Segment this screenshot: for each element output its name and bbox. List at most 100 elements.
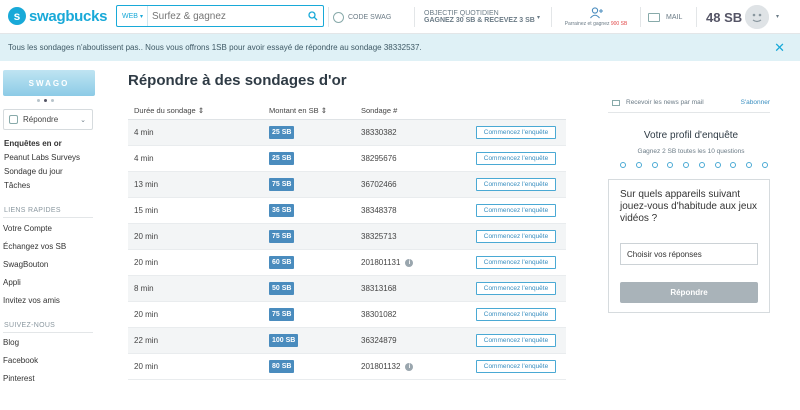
info-icon[interactable]: i <box>405 258 414 267</box>
sidebar-item-daily-poll[interactable]: Sondage du jour <box>4 165 100 179</box>
survey-id: 201801131 <box>361 258 401 267</box>
swagbucks-logo[interactable]: s swagbucks <box>8 7 107 25</box>
survey-amount-cell: 100 SB <box>269 334 361 347</box>
sidebar-item-peanut-labs[interactable]: Peanut Labs Surveys <box>4 151 100 165</box>
start-survey-button[interactable]: Commencez l'enquête <box>476 334 556 347</box>
swago-banner[interactable]: SWAGO <box>3 70 95 96</box>
follow-us-title: SUIVEZ-NOUS <box>4 322 56 329</box>
survey-id-cell: 38295676 <box>361 154 476 163</box>
sidebar-item-invite[interactable]: Invitez vos amis <box>3 292 100 310</box>
sidebar-item-account[interactable]: Votre Compte <box>3 220 100 238</box>
carousel-dots <box>0 99 100 102</box>
mail-button[interactable]: MAIL <box>648 0 682 34</box>
answer-select[interactable]: Choisir vos réponses <box>620 243 758 265</box>
survey-action-cell: Commencez l'enquête <box>476 334 566 347</box>
page-title: Répondre à des sondages d'or <box>128 72 347 89</box>
carousel-dot[interactable] <box>43 99 47 102</box>
start-survey-button[interactable]: Commencez l'enquête <box>476 178 556 191</box>
section-divider <box>608 112 770 113</box>
search-icon <box>308 11 318 21</box>
survey-action-cell: Commencez l'enquête <box>476 230 566 243</box>
survey-id-cell: 38330382 <box>361 128 476 137</box>
start-survey-button[interactable]: Commencez l'enquête <box>476 256 556 269</box>
carousel-dot[interactable] <box>50 99 54 102</box>
progress-dot <box>620 162 626 168</box>
sidebar-item-redeem[interactable]: Échangez vos SB <box>3 238 100 256</box>
start-survey-button[interactable]: Commencez l'enquête <box>476 230 556 243</box>
close-icon[interactable]: ✕ <box>774 40 785 56</box>
survey-amount-cell: 60 SB <box>269 256 361 269</box>
follow-links: Blog Facebook Pinterest <box>0 334 100 388</box>
info-icon[interactable]: i <box>405 362 414 371</box>
table-row: 20 min 80 SB 201801132 i Commencez l'enquête <box>128 354 566 380</box>
invite-friends-button[interactable]: Parrainez et gagnez 900 SB <box>560 0 632 34</box>
sidebar-item-gold-surveys[interactable]: Enquêtes en or <box>4 137 100 151</box>
column-header-duration[interactable]: Durée du sondage ⇕ <box>128 106 269 115</box>
newsletter-row: Recevoir les news par mail S'abonner <box>612 99 770 106</box>
survey-duration: 20 min <box>134 362 159 371</box>
start-survey-button[interactable]: Commencez l'enquête <box>476 360 556 373</box>
amount-badge: 80 SB <box>269 360 295 373</box>
sidebar-item-pinterest[interactable]: Pinterest <box>3 370 100 388</box>
start-survey-button[interactable]: Commencez l'enquête <box>476 152 556 165</box>
sidebar-item-tasks[interactable]: Tâches <box>4 179 100 193</box>
search-scope-select[interactable]: WEB ▾ <box>117 6 148 26</box>
start-survey-button[interactable]: Commencez l'enquête <box>476 308 556 321</box>
survey-id-cell: 36324879 <box>361 336 476 345</box>
mail-icon <box>612 99 620 106</box>
sidebar-item-blog[interactable]: Blog <box>3 334 100 352</box>
survey-duration: 20 min <box>134 310 159 319</box>
sort-icon: ⇕ <box>320 105 328 115</box>
profile-progress-dots <box>620 162 768 168</box>
survey-action-cell: Commencez l'enquête <box>476 360 566 373</box>
progress-dot <box>635 162 642 168</box>
survey-action-cell: Commencez l'enquête <box>476 308 566 321</box>
survey-id: 38348378 <box>361 206 397 215</box>
search-button[interactable] <box>303 6 323 26</box>
column-header-amount[interactable]: Montant en SB ⇕ <box>269 106 361 115</box>
category-dropdown[interactable]: Répondre ⌄ <box>3 109 93 130</box>
progress-dot <box>651 162 658 168</box>
header-divider <box>414 7 415 27</box>
survey-action-cell: Commencez l'enquête <box>476 256 566 269</box>
survey-duration: 22 min <box>134 336 159 345</box>
code-swag-label: CODE SWAG <box>348 13 392 21</box>
top-header: s swagbucks WEB ▾ CODE SWAG OBJECTIF QUO… <box>0 0 800 34</box>
code-swag-button[interactable]: CODE SWAG <box>333 0 391 34</box>
table-body: 4 min 25 SB 38330382 Commencez l'enquête 4 m… <box>128 120 566 380</box>
table-row: 20 min 75 SB 38301082 Commencez l'enquête <box>128 302 566 328</box>
header-divider <box>551 7 552 27</box>
survey-id: 36702466 <box>361 180 397 189</box>
amount-badge: 100 SB <box>269 334 299 347</box>
sidebar-item-swagbutton[interactable]: SwagBouton <box>3 256 100 274</box>
sort-icon: ⇕ <box>197 105 205 115</box>
avatar[interactable] <box>745 5 769 29</box>
daily-goal-button[interactable]: OBJECTIF QUOTIDIEN GAGNEZ 30 SB & RECEVE… <box>424 0 535 34</box>
chevron-down-icon: ⌄ <box>80 116 86 124</box>
start-survey-button[interactable]: Commencez l'enquête <box>476 282 556 295</box>
progress-dot <box>698 162 705 168</box>
sidebar-nav: Enquêtes en or Peanut Labs Surveys Sonda… <box>4 137 100 193</box>
subscribe-link[interactable]: S'abonner <box>741 99 770 106</box>
start-survey-button[interactable]: Commencez l'enquête <box>476 126 556 139</box>
daily-goal-text: GAGNEZ 30 SB & RECEVEZ 3 SB <box>424 17 535 24</box>
survey-amount-cell: 50 SB <box>269 282 361 295</box>
sidebar-item-apps[interactable]: Appli <box>3 274 100 292</box>
carousel-dot[interactable] <box>36 99 40 102</box>
category-dropdown-label: Répondre <box>23 115 59 124</box>
table-row: 13 min 75 SB 36702466 Commencez l'enquête <box>128 172 566 198</box>
search-input[interactable] <box>147 10 303 22</box>
avatar-face-icon <box>745 5 769 29</box>
table-row: 20 min 75 SB 38325713 Commencez l'enquête <box>128 224 566 250</box>
progress-dot <box>714 162 721 168</box>
progress-dot <box>761 162 768 168</box>
amount-badge: 25 SB <box>269 126 295 139</box>
sidebar-item-facebook[interactable]: Facebook <box>3 352 100 370</box>
start-survey-button[interactable]: Commencez l'enquête <box>476 204 556 217</box>
answer-submit-button[interactable]: Répondre <box>620 282 758 303</box>
survey-id-cell: 38325713 <box>361 232 476 241</box>
sb-balance[interactable]: 48 SB <box>706 0 742 34</box>
table-row: 20 min 60 SB 201801131 i Commencez l'enquête <box>128 250 566 276</box>
survey-amount-cell: 36 SB <box>269 204 361 217</box>
amount-badge: 60 SB <box>269 256 295 269</box>
